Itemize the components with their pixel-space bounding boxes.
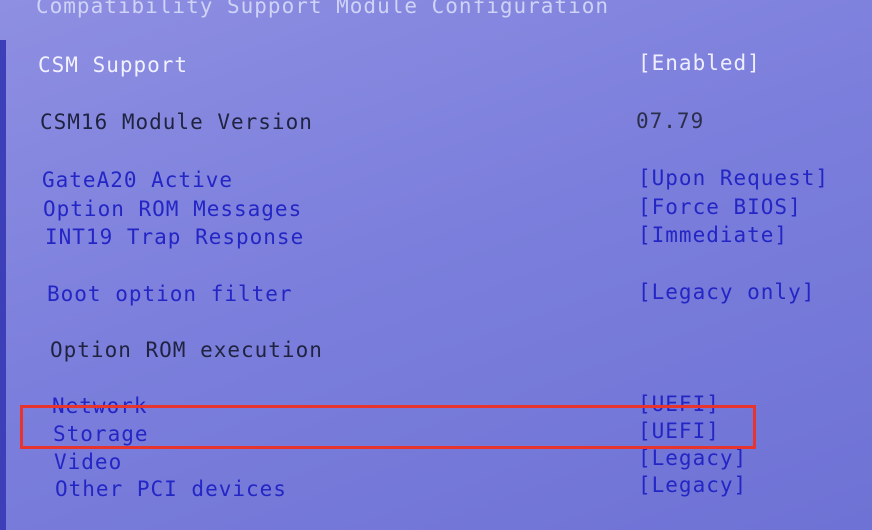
- boot-option-filter-value[interactable]: [Legacy only]: [638, 280, 815, 304]
- page-title: Compatibility Support Module Configurati…: [36, 0, 610, 18]
- gatea20-value[interactable]: [Upon Request]: [638, 166, 829, 190]
- video-value[interactable]: [Legacy]: [638, 446, 747, 470]
- csm16-version-label: CSM16 Module Version: [40, 110, 313, 134]
- int19-trap-label[interactable]: INT19 Trap Response: [45, 225, 304, 249]
- screen-edge: [0, 40, 6, 530]
- video-label[interactable]: Video: [54, 450, 122, 474]
- storage-highlight-box: [20, 405, 756, 449]
- other-pci-devices-value[interactable]: [Legacy]: [638, 473, 747, 497]
- option-rom-messages-label[interactable]: Option ROM Messages: [43, 197, 302, 221]
- option-rom-messages-value[interactable]: [Force BIOS]: [638, 195, 802, 219]
- gatea20-label[interactable]: GateA20 Active: [42, 168, 233, 192]
- boot-option-filter-label[interactable]: Boot option filter: [47, 282, 293, 306]
- int19-trap-value[interactable]: [Immediate]: [638, 223, 788, 247]
- csm-support-label[interactable]: CSM Support: [38, 53, 188, 77]
- bios-screen: Compatibility Support Module Configurati…: [0, 0, 872, 530]
- other-pci-devices-label[interactable]: Other PCI devices: [55, 477, 287, 501]
- option-rom-execution-heading: Option ROM execution: [50, 338, 323, 362]
- csm16-version-value: 07.79: [636, 109, 705, 133]
- csm-support-value[interactable]: [Enabled]: [638, 51, 761, 75]
